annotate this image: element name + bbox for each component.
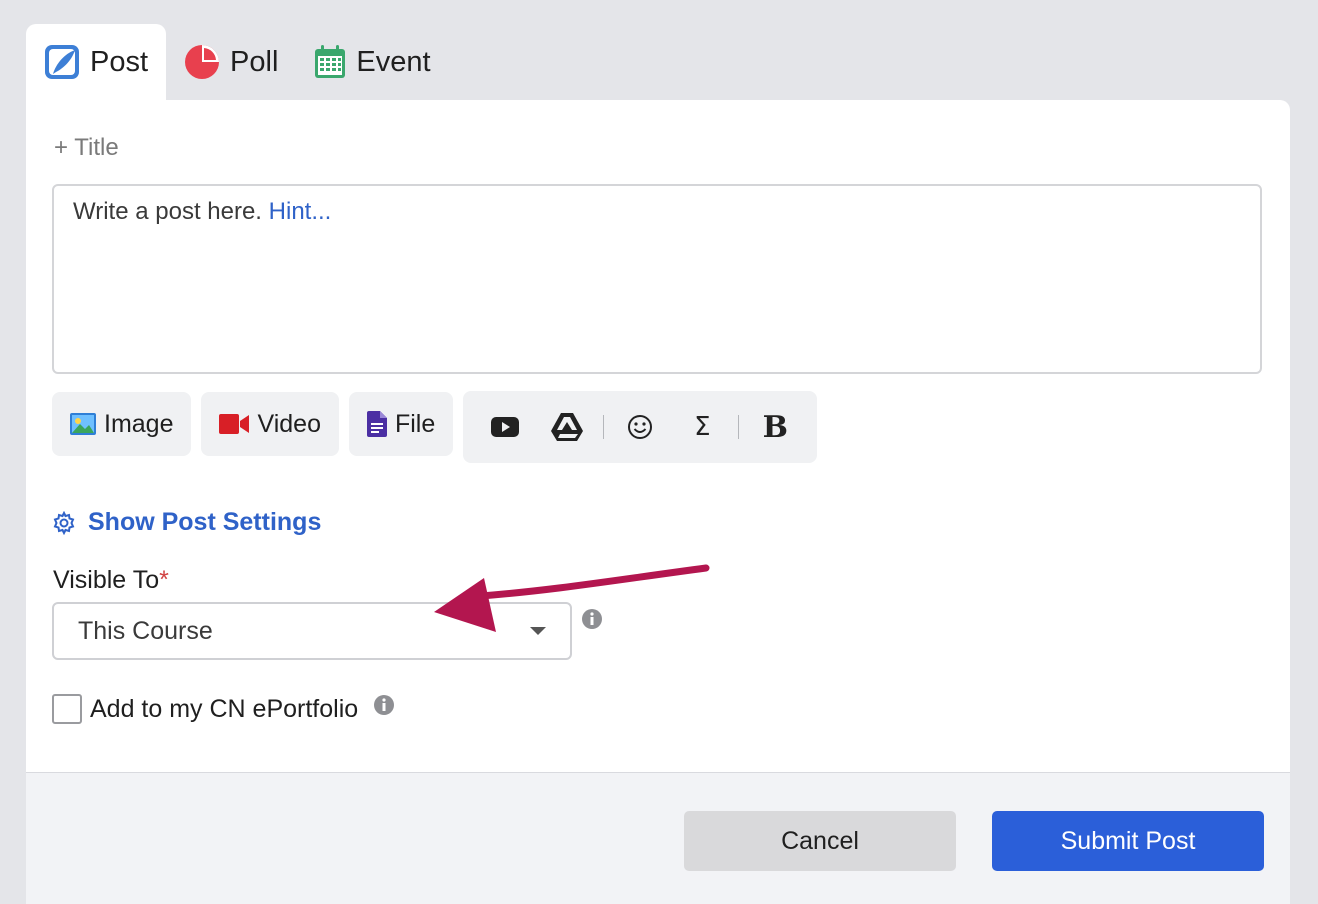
gear-icon xyxy=(53,510,75,535)
emoji-icon xyxy=(628,415,653,439)
tab-event[interactable]: Event xyxy=(296,24,448,100)
eportfolio-option: Add to my CN ePortfolio xyxy=(52,694,358,724)
image-button[interactable]: Image xyxy=(52,392,192,456)
cancel-button[interactable]: Cancel xyxy=(684,811,956,871)
post-editor[interactable]: Write a post here. Hint... xyxy=(52,184,1262,374)
image-icon xyxy=(70,413,96,435)
quill-post-icon xyxy=(45,45,79,79)
tab-post[interactable]: Post xyxy=(26,24,167,100)
chevron-down-icon xyxy=(530,627,546,635)
visible-to-select[interactable]: This Course xyxy=(52,602,572,660)
hint-link[interactable]: Hint... xyxy=(269,198,332,225)
add-title-link[interactable]: + Title xyxy=(54,134,119,162)
bold-icon[interactable]: B xyxy=(747,405,803,449)
google-drive-icon xyxy=(551,413,584,441)
tab-poll[interactable]: Poll xyxy=(166,24,296,100)
image-button-label: Image xyxy=(104,409,174,438)
sigma-icon[interactable]: Σ xyxy=(674,405,730,449)
show-post-settings-label: Show Post Settings xyxy=(88,508,322,536)
required-marker: * xyxy=(159,566,169,594)
compose-type-tabs: Post Poll Event xyxy=(26,24,449,100)
youtube-icon xyxy=(491,417,520,437)
tool-separator xyxy=(603,415,605,439)
video-camera-icon xyxy=(219,414,250,434)
video-button-label: Video xyxy=(257,409,321,438)
eportfolio-checkbox[interactable] xyxy=(52,694,82,724)
info-icon[interactable] xyxy=(581,608,603,630)
tab-poll-label: Poll xyxy=(230,45,279,78)
tab-event-label: Event xyxy=(356,45,431,78)
visible-to-value: This Course xyxy=(78,616,213,645)
file-button[interactable]: File xyxy=(348,392,454,456)
formatting-tools: Σ B xyxy=(463,391,818,463)
tab-post-label: Post xyxy=(90,45,149,78)
submit-post-button[interactable]: Submit Post xyxy=(992,811,1264,871)
google-drive-button[interactable] xyxy=(539,405,595,449)
emoji-button[interactable] xyxy=(612,405,668,449)
visible-to-text: Visible To xyxy=(53,566,160,594)
compose-panel: + Title Write a post here. Hint... Image… xyxy=(26,100,1290,772)
tool-separator xyxy=(738,415,740,439)
pie-poll-icon xyxy=(185,45,220,79)
info-icon[interactable] xyxy=(373,694,395,716)
video-button[interactable]: Video xyxy=(201,392,339,456)
attachment-toolbar: Image Video File Σ B xyxy=(52,391,818,463)
editor-placeholder: Write a post here. xyxy=(73,198,262,225)
visible-to-label: Visible To* xyxy=(53,566,169,595)
file-icon xyxy=(366,411,387,437)
file-button-label: File xyxy=(394,409,436,438)
calendar-event-icon xyxy=(315,45,346,78)
youtube-button[interactable] xyxy=(477,405,533,449)
eportfolio-label: Add to my CN ePortfolio xyxy=(90,694,359,723)
show-post-settings-link[interactable]: Show Post Settings xyxy=(52,508,321,537)
compose-footer: Cancel Submit Post xyxy=(26,772,1290,904)
